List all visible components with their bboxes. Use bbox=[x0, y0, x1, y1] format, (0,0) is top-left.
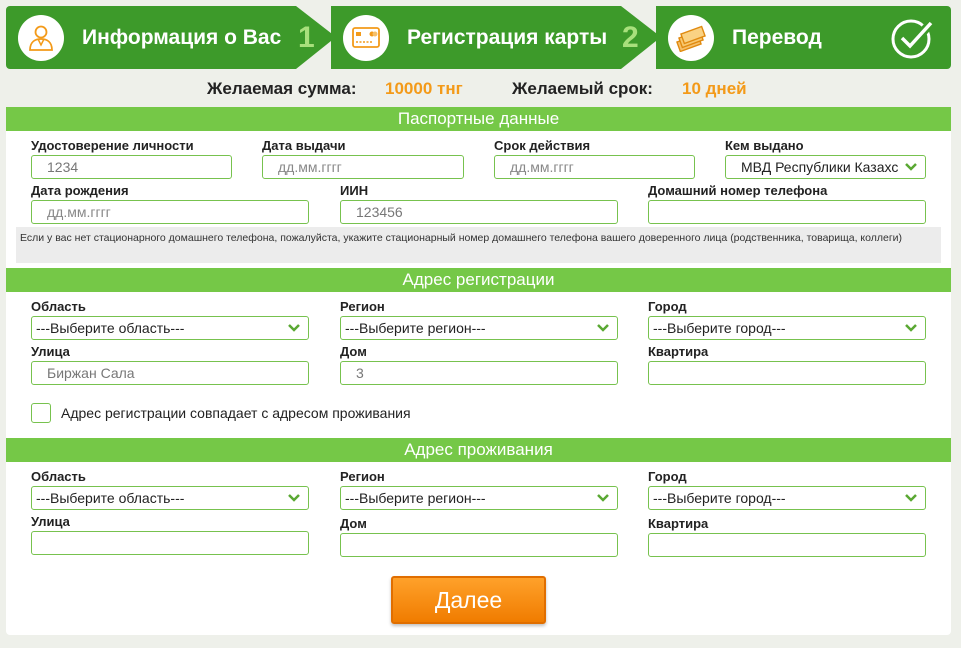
id-label: Удостоверение личности bbox=[31, 138, 194, 153]
reg-apartment-label: Квартира bbox=[648, 344, 709, 359]
step-transfer[interactable]: Перевод bbox=[656, 6, 951, 69]
res-street-label: Улица bbox=[31, 514, 70, 529]
reg-region-value: ---Выберите область--- bbox=[36, 320, 185, 336]
res-region-label: Область bbox=[31, 469, 86, 484]
reg-district-value: ---Выберите регион--- bbox=[345, 320, 486, 336]
chevron-down-icon bbox=[288, 324, 300, 332]
chevron-down-icon bbox=[597, 324, 609, 332]
amount-label: Желаемая сумма: bbox=[207, 79, 357, 98]
same-address-label[interactable]: Адрес регистрации совпадает с адресом пр… bbox=[61, 405, 411, 421]
money-icon bbox=[668, 14, 714, 61]
phone-hint: Если у вас нет стационарного домашнего т… bbox=[16, 227, 941, 263]
res-apartment-input[interactable] bbox=[648, 533, 926, 557]
step-number: 2 bbox=[622, 21, 639, 54]
res-street-input[interactable] bbox=[31, 531, 309, 555]
expiry-date-input[interactable] bbox=[494, 155, 695, 179]
reg-apartment-input[interactable] bbox=[648, 361, 926, 385]
loan-summary: Желаемая сумма: 10000 тнг Желаемый срок:… bbox=[0, 79, 961, 101]
section-registration-title: Адрес регистрации bbox=[6, 268, 951, 292]
res-region-select[interactable]: ---Выберите область--- bbox=[31, 486, 309, 510]
res-city-select[interactable]: ---Выберите город--- bbox=[648, 486, 926, 510]
reg-street-input[interactable] bbox=[31, 361, 309, 385]
reg-region-select[interactable]: ---Выберите область--- bbox=[31, 316, 309, 340]
res-region-value: ---Выберите область--- bbox=[36, 490, 185, 506]
step-number: 1 bbox=[298, 21, 315, 54]
registration-form: Паспортные данные Удостоверение личности… bbox=[6, 107, 951, 635]
reg-district-select[interactable]: ---Выберите регион--- bbox=[340, 316, 618, 340]
birth-date-label: Дата рождения bbox=[31, 183, 129, 198]
reg-street-label: Улица bbox=[31, 344, 70, 359]
step-personal-info[interactable]: Информация о Вас 1 bbox=[6, 6, 336, 69]
id-number-input[interactable] bbox=[31, 155, 232, 179]
res-district-value: ---Выберите регион--- bbox=[345, 490, 486, 506]
amount-value: 10000 тнг bbox=[385, 79, 463, 98]
issued-by-label: Кем выдано bbox=[725, 138, 804, 153]
iin-input[interactable] bbox=[340, 200, 618, 224]
step-card-registration[interactable]: Регистрация карты 2 bbox=[331, 6, 661, 69]
section-residence-title: Адрес проживания bbox=[6, 438, 951, 462]
next-button[interactable]: Далее bbox=[391, 576, 546, 624]
chevron-down-icon bbox=[597, 494, 609, 502]
res-city-label: Город bbox=[648, 469, 687, 484]
home-phone-label: Домашний номер телефона bbox=[648, 183, 828, 198]
chevron-down-icon bbox=[905, 324, 917, 332]
expiry-label: Срок действия bbox=[494, 138, 591, 153]
checkmark-icon bbox=[891, 19, 935, 59]
reg-district-label: Регион bbox=[340, 299, 385, 314]
issue-date-input[interactable] bbox=[262, 155, 464, 179]
step-label: Информация о Вас bbox=[82, 25, 282, 49]
home-phone-input[interactable] bbox=[648, 200, 926, 224]
issued-by-select[interactable]: МВД Республики Казахс bbox=[725, 155, 926, 179]
step-label: Регистрация карты bbox=[407, 25, 608, 49]
iin-label: ИИН bbox=[340, 183, 369, 198]
reg-city-value: ---Выберите город--- bbox=[653, 320, 786, 336]
reg-city-select[interactable]: ---Выберите город--- bbox=[648, 316, 926, 340]
progress-steps: Информация о Вас 1 Регистрация карты 2 П… bbox=[6, 6, 951, 69]
section-passport-title: Паспортные данные bbox=[6, 107, 951, 131]
reg-house-label: Дом bbox=[340, 344, 367, 359]
issued-by-value: МВД Республики Казахс bbox=[741, 159, 899, 175]
card-icon bbox=[343, 14, 389, 61]
birth-date-input[interactable] bbox=[31, 200, 309, 224]
res-district-select[interactable]: ---Выберите регион--- bbox=[340, 486, 618, 510]
reg-house-input[interactable] bbox=[340, 361, 618, 385]
person-icon bbox=[18, 14, 64, 61]
chevron-down-icon bbox=[288, 494, 300, 502]
term-label: Желаемый срок: bbox=[512, 79, 653, 98]
chevron-down-icon bbox=[905, 163, 917, 171]
reg-region-label: Область bbox=[31, 299, 86, 314]
same-address-checkbox[interactable] bbox=[31, 403, 51, 423]
res-city-value: ---Выберите город--- bbox=[653, 490, 786, 506]
term-value: 10 дней bbox=[682, 79, 747, 98]
res-house-input[interactable] bbox=[340, 533, 618, 557]
res-district-label: Регион bbox=[340, 469, 385, 484]
res-house-label: Дом bbox=[340, 516, 367, 531]
chevron-down-icon bbox=[905, 494, 917, 502]
reg-city-label: Город bbox=[648, 299, 687, 314]
step-label: Перевод bbox=[732, 25, 822, 49]
issue-date-label: Дата выдачи bbox=[262, 138, 346, 153]
res-apartment-label: Квартира bbox=[648, 516, 709, 531]
